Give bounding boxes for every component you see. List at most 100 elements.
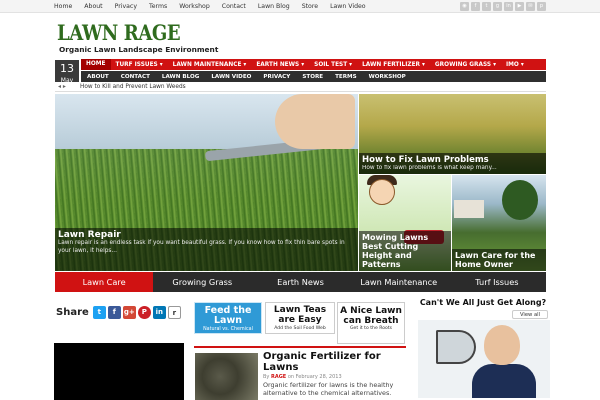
site-tagline: Organic Lawn Landscape Environment bbox=[59, 45, 219, 54]
nav-privacy[interactable]: PRIVACY bbox=[257, 74, 296, 80]
rss-icon[interactable]: ◉ bbox=[460, 2, 469, 11]
ticker-headline[interactable]: How to Kill and Prevent Lawn Weeds bbox=[80, 84, 186, 90]
top-link-home[interactable]: Home bbox=[54, 2, 72, 11]
tab-growing-grass[interactable]: Growing Grass bbox=[153, 272, 251, 292]
slide-title[interactable]: Lawn Repair bbox=[58, 230, 355, 240]
share-label: Share bbox=[56, 307, 89, 318]
article-excerpt: Organic fertilizer for lawns is the heal… bbox=[263, 381, 394, 397]
slide-fix-lawn-problems[interactable]: How to Fix Lawn Problems How to fix lawn… bbox=[359, 94, 546, 174]
slide-lawn-care-home-owner[interactable]: Lawn Care for the Home Owner bbox=[452, 175, 546, 271]
pinterest-icon[interactable]: p bbox=[537, 2, 546, 11]
slide-caption: How to Fix Lawn Problems How to fix lawn… bbox=[359, 152, 546, 174]
nav-workshop[interactable]: WORKSHOP bbox=[363, 74, 412, 80]
tree-image bbox=[502, 180, 538, 220]
video-player[interactable] bbox=[54, 343, 184, 400]
featured-slider: Lawn Repair Lawn repair is an endless ta… bbox=[55, 94, 546, 292]
tab-earth-news[interactable]: Earth News bbox=[251, 272, 349, 292]
news-ticker: ◂ ▸ How to Kill and Prevent Lawn Weeds bbox=[55, 82, 546, 92]
slide-excerpt: How to fix lawn problems is what keep ma… bbox=[362, 164, 497, 171]
page: Home About Privacy Terms Workshop Contac… bbox=[0, 0, 600, 400]
person-body-image bbox=[472, 364, 536, 398]
share-bar: Share t f g+ P in r bbox=[56, 306, 181, 319]
slide-caption: Mowing Lawns Best Cutting Height and Pat… bbox=[359, 231, 451, 271]
tab-lawn-maintenance[interactable]: Lawn Maintenance bbox=[350, 272, 448, 292]
twitter-share-icon[interactable]: t bbox=[92, 306, 106, 319]
nav-about[interactable]: ABOUT bbox=[81, 74, 115, 80]
tab-lawn-care[interactable]: Lawn Care bbox=[55, 272, 154, 292]
top-link-store[interactable]: Store bbox=[302, 2, 318, 11]
site-logo[interactable]: LAWN RAGE bbox=[57, 20, 181, 45]
facebook-share-icon[interactable]: f bbox=[107, 306, 121, 319]
nav-store[interactable]: STORE bbox=[296, 74, 329, 80]
slide-caption: Lawn Care for the Home Owner bbox=[452, 249, 546, 271]
slide-excerpt: Lawn repair is an endless task if you wa… bbox=[58, 240, 345, 254]
ticker-arrows-icon[interactable]: ◂ ▸ bbox=[58, 83, 66, 90]
googleplus-icon[interactable]: g bbox=[493, 2, 502, 11]
article-thumbnail[interactable] bbox=[195, 353, 258, 400]
top-link-terms[interactable]: Terms bbox=[149, 2, 167, 11]
nav-imo[interactable]: IMO ▾ bbox=[501, 62, 529, 68]
top-link-privacy[interactable]: Privacy bbox=[115, 2, 137, 11]
linkedin-icon[interactable]: in bbox=[504, 2, 513, 11]
sidebar-title: Can't We All Just Get Along? bbox=[419, 298, 547, 307]
nav-growing-grass[interactable]: GROWING GRASS ▾ bbox=[430, 62, 501, 68]
promo-title: Lawn Teas are Easy bbox=[273, 305, 327, 325]
article-date: on February 28, 2013 bbox=[287, 374, 342, 380]
megaphone-icon bbox=[436, 330, 476, 364]
slide-title[interactable]: Mowing Lawns Best Cutting Height and Pat… bbox=[362, 233, 448, 269]
social-icons: ◉ f t g in ▶ ✉ p bbox=[460, 2, 546, 11]
sidebar-megaphone-image[interactable] bbox=[418, 320, 550, 398]
nav-lawn-fertilizer[interactable]: LAWN FERTILIZER ▾ bbox=[357, 62, 430, 68]
promo-subtitle: Get it to the Roots bbox=[349, 326, 393, 331]
date-day: 13 bbox=[60, 62, 74, 75]
slide-title[interactable]: How to Fix Lawn Problems bbox=[362, 155, 543, 165]
slider-tabs: Lawn Care Growing Grass Earth News Lawn … bbox=[55, 272, 546, 292]
article-title[interactable]: Organic Fertilizer for Lawns bbox=[263, 351, 405, 373]
promo-lawn-teas[interactable]: Lawn Teas are Easy Add the Soil Food Web bbox=[265, 302, 335, 334]
primary-nav: HOME TURF ISSUES ▾ LAWN MAINTENANCE ▾ EA… bbox=[81, 59, 546, 70]
hand-image bbox=[275, 94, 355, 149]
top-link-workshop[interactable]: Workshop bbox=[179, 2, 210, 11]
promo-title: Feed the Lawn bbox=[204, 305, 252, 326]
nav-contact[interactable]: CONTACT bbox=[115, 74, 156, 80]
slide-mowing-lawns[interactable]: Mowing Lawns Best Cutting Height and Pat… bbox=[359, 175, 451, 271]
tab-turf-issues[interactable]: Turf Issues bbox=[448, 272, 546, 292]
nav-lawn-video[interactable]: LAWN VIDEO bbox=[205, 74, 257, 80]
top-link-lawn-video[interactable]: Lawn Video bbox=[330, 2, 366, 11]
nav-turf-issues[interactable]: TURF ISSUES ▾ bbox=[111, 62, 168, 68]
top-bar: Home About Privacy Terms Workshop Contac… bbox=[0, 0, 600, 13]
secondary-nav: ABOUT CONTACT LAWN BLOG LAWN VIDEO PRIVA… bbox=[81, 71, 546, 82]
nav-soil-test[interactable]: SOIL TEST ▾ bbox=[309, 62, 357, 68]
article-meta: By RAGE on February 28, 2013 bbox=[263, 374, 342, 380]
email-icon[interactable]: ✉ bbox=[526, 2, 535, 11]
promo-subtitle: Add the Soil Food Web bbox=[274, 326, 326, 331]
article-author[interactable]: RAGE bbox=[271, 374, 286, 380]
nav-terms[interactable]: TERMS bbox=[329, 74, 363, 80]
nav-home[interactable]: HOME bbox=[81, 59, 111, 70]
top-link-contact[interactable]: Contact bbox=[222, 2, 246, 11]
section-divider bbox=[194, 346, 406, 348]
promo-feed-the-lawn[interactable]: Feed the Lawn Natural vs. Chemical bbox=[194, 302, 262, 334]
view-all-button[interactable]: View all bbox=[512, 310, 548, 319]
nav-lawn-maintenance[interactable]: LAWN MAINTENANCE ▾ bbox=[168, 62, 252, 68]
top-link-about[interactable]: About bbox=[84, 2, 102, 11]
promo-subtitle: Natural vs. Chemical bbox=[203, 327, 253, 332]
linkedin-share-icon[interactable]: in bbox=[152, 306, 166, 319]
article-meta-by: By bbox=[263, 374, 271, 380]
house-image bbox=[454, 200, 484, 218]
top-link-lawn-blog[interactable]: Lawn Blog bbox=[258, 2, 290, 11]
pinterest-share-icon[interactable]: P bbox=[137, 306, 151, 319]
nav-earth-news[interactable]: EARTH NEWS ▾ bbox=[251, 62, 309, 68]
slide-lawn-repair[interactable]: Lawn Repair Lawn repair is an endless ta… bbox=[55, 94, 358, 271]
twitter-icon[interactable]: t bbox=[482, 2, 491, 11]
googleplus-share-icon[interactable]: g+ bbox=[122, 306, 136, 319]
youtube-icon[interactable]: ▶ bbox=[515, 2, 524, 11]
promo-title: A Nice Lawn can Breath bbox=[340, 306, 402, 326]
slide-caption: Lawn Repair Lawn repair is an endless ta… bbox=[55, 228, 358, 271]
top-links: Home About Privacy Terms Workshop Contac… bbox=[54, 2, 378, 11]
nav-lawn-blog[interactable]: LAWN BLOG bbox=[156, 74, 205, 80]
facebook-icon[interactable]: f bbox=[471, 2, 480, 11]
promo-lawn-breath[interactable]: A Nice Lawn can Breath Get it to the Roo… bbox=[337, 302, 405, 344]
slide-title[interactable]: Lawn Care for the Home Owner bbox=[455, 251, 543, 269]
reddit-share-icon[interactable]: r bbox=[167, 306, 181, 319]
